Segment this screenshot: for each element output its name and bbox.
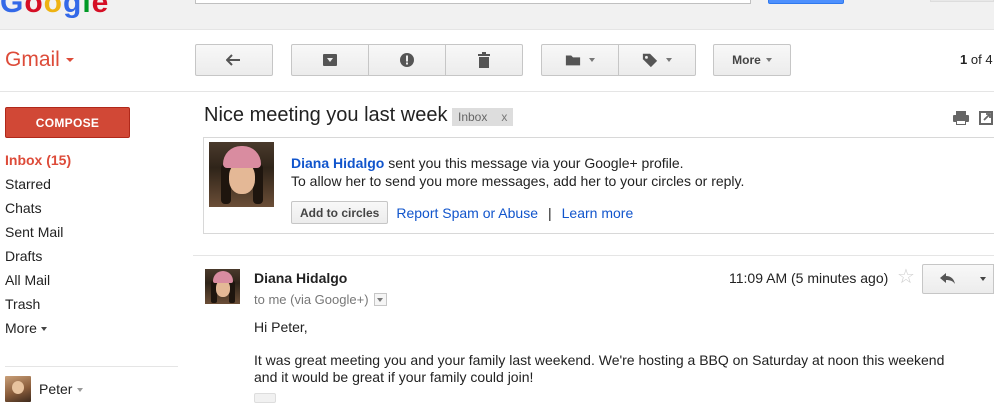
show-details-button[interactable] bbox=[373, 293, 387, 306]
sidebar-more-label: More bbox=[5, 320, 37, 336]
trash-icon bbox=[476, 52, 492, 68]
more-actions-button[interactable]: More bbox=[713, 44, 791, 76]
notice-line-1: Diana Hidalgo sent you this message via … bbox=[291, 154, 744, 172]
report-spam-icon bbox=[399, 52, 415, 68]
new-window-icon[interactable] bbox=[978, 110, 994, 126]
avatar bbox=[5, 376, 31, 402]
user-name: Peter bbox=[39, 381, 84, 397]
account-controls[interactable] bbox=[930, 0, 994, 2]
chevron-down-icon bbox=[65, 58, 74, 63]
link-separator: | bbox=[548, 204, 552, 221]
move-to-button[interactable] bbox=[541, 44, 619, 76]
notice-line-2: To allow her to send you more messages, … bbox=[291, 173, 745, 189]
body-greeting: Hi Peter, bbox=[254, 319, 308, 335]
toolbar-divider bbox=[0, 91, 994, 92]
chevron-down-icon bbox=[377, 297, 384, 302]
chevron-down-icon bbox=[765, 58, 772, 62]
more-actions-label: More bbox=[732, 53, 761, 67]
report-spam-button[interactable] bbox=[369, 44, 446, 76]
compose-button[interactable]: COMPOSE bbox=[5, 107, 130, 138]
body-line-2: and it would be great if your family cou… bbox=[254, 369, 534, 385]
archive-button[interactable] bbox=[291, 44, 369, 76]
remove-label-icon[interactable]: x bbox=[501, 110, 507, 124]
google-logo[interactable]: Google bbox=[0, 0, 109, 20]
pagination-count: 1 of 4 bbox=[960, 52, 993, 67]
notice-line-1-rest: sent you this message via your Google+ p… bbox=[384, 155, 684, 171]
learn-more-link[interactable]: Learn more bbox=[562, 205, 634, 221]
show-trimmed-content-button[interactable] bbox=[254, 393, 276, 403]
chevron-down-icon bbox=[666, 58, 672, 62]
sidebar-divider bbox=[5, 366, 178, 367]
report-spam-link[interactable]: Report Spam or Abuse bbox=[396, 205, 538, 221]
label-chip-inbox[interactable]: Inbox x bbox=[452, 108, 514, 126]
google-plus-notice: Diana Hidalgo sent you this message via … bbox=[203, 137, 994, 234]
notice-text: Diana Hidalgo sent you this message via … bbox=[291, 154, 744, 190]
label-tag-icon bbox=[642, 52, 658, 68]
message-recipients-text: to me (via Google+) bbox=[254, 292, 369, 307]
folder-icon bbox=[565, 52, 581, 68]
message-divider bbox=[193, 255, 994, 256]
reply-button[interactable] bbox=[922, 264, 974, 294]
notice-actions: Add to circles Report Spam or Abuse | Le… bbox=[291, 201, 633, 224]
pager-current: 1 bbox=[960, 52, 968, 67]
archive-icon bbox=[322, 52, 338, 68]
chevron-down-icon bbox=[589, 58, 595, 62]
sidebar-item-drafts[interactable]: Drafts bbox=[5, 246, 71, 270]
user-name-label: Peter bbox=[39, 381, 73, 397]
chevron-down-icon bbox=[980, 277, 986, 281]
reply-icon bbox=[940, 273, 955, 284]
thread-subject: Nice meeting you last week bbox=[204, 104, 448, 126]
back-to-inbox-button[interactable] bbox=[195, 44, 273, 76]
sidebar-item-sent-mail[interactable]: Sent Mail bbox=[5, 222, 71, 246]
sidebar-item-trash[interactable]: Trash bbox=[5, 294, 71, 318]
gmail-menu[interactable]: Gmail bbox=[5, 48, 74, 72]
sender-photo[interactable] bbox=[209, 142, 274, 207]
sidebar-item-more[interactable]: More bbox=[5, 318, 71, 342]
chevron-down-icon bbox=[77, 388, 84, 393]
avatar[interactable] bbox=[205, 269, 240, 304]
more-reply-options-button[interactable] bbox=[973, 264, 994, 294]
sidebar-item-inbox[interactable]: Inbox (15) bbox=[5, 150, 71, 174]
body-line-1: It was great meeting you and your family… bbox=[254, 352, 945, 368]
message-timestamp: 11:09 AM (5 minutes ago) bbox=[729, 270, 889, 286]
notice-sender-link[interactable]: Diana Hidalgo bbox=[291, 155, 384, 171]
message-sender[interactable]: Diana Hidalgo bbox=[254, 270, 347, 286]
sidebar-item-chats[interactable]: Chats bbox=[5, 198, 71, 222]
message-body: Hi Peter, It was great meeting you and y… bbox=[254, 319, 944, 386]
labels-button[interactable] bbox=[619, 44, 696, 76]
search-button[interactable] bbox=[768, 0, 844, 4]
gmail-label-text: Gmail bbox=[5, 48, 60, 71]
sidebar-item-all-mail[interactable]: All Mail bbox=[5, 270, 71, 294]
star-icon[interactable]: ☆ bbox=[897, 266, 915, 288]
chevron-down-icon bbox=[40, 327, 47, 332]
search-input[interactable] bbox=[195, 0, 751, 4]
message-recipients: to me (via Google+) bbox=[254, 292, 387, 307]
sidebar-nav: Inbox (15) Starred Chats Sent Mail Draft… bbox=[5, 150, 71, 342]
top-bar: Google bbox=[0, 0, 994, 30]
delete-button[interactable] bbox=[446, 44, 523, 76]
pager-total: of 4 bbox=[970, 52, 993, 67]
print-icon[interactable] bbox=[952, 110, 970, 126]
label-chip-text: Inbox bbox=[458, 110, 488, 124]
arrow-left-icon bbox=[226, 52, 242, 68]
sidebar-item-starred[interactable]: Starred bbox=[5, 174, 71, 198]
chat-user-menu[interactable]: Peter bbox=[5, 376, 84, 402]
add-to-circles-button[interactable]: Add to circles bbox=[291, 201, 389, 224]
